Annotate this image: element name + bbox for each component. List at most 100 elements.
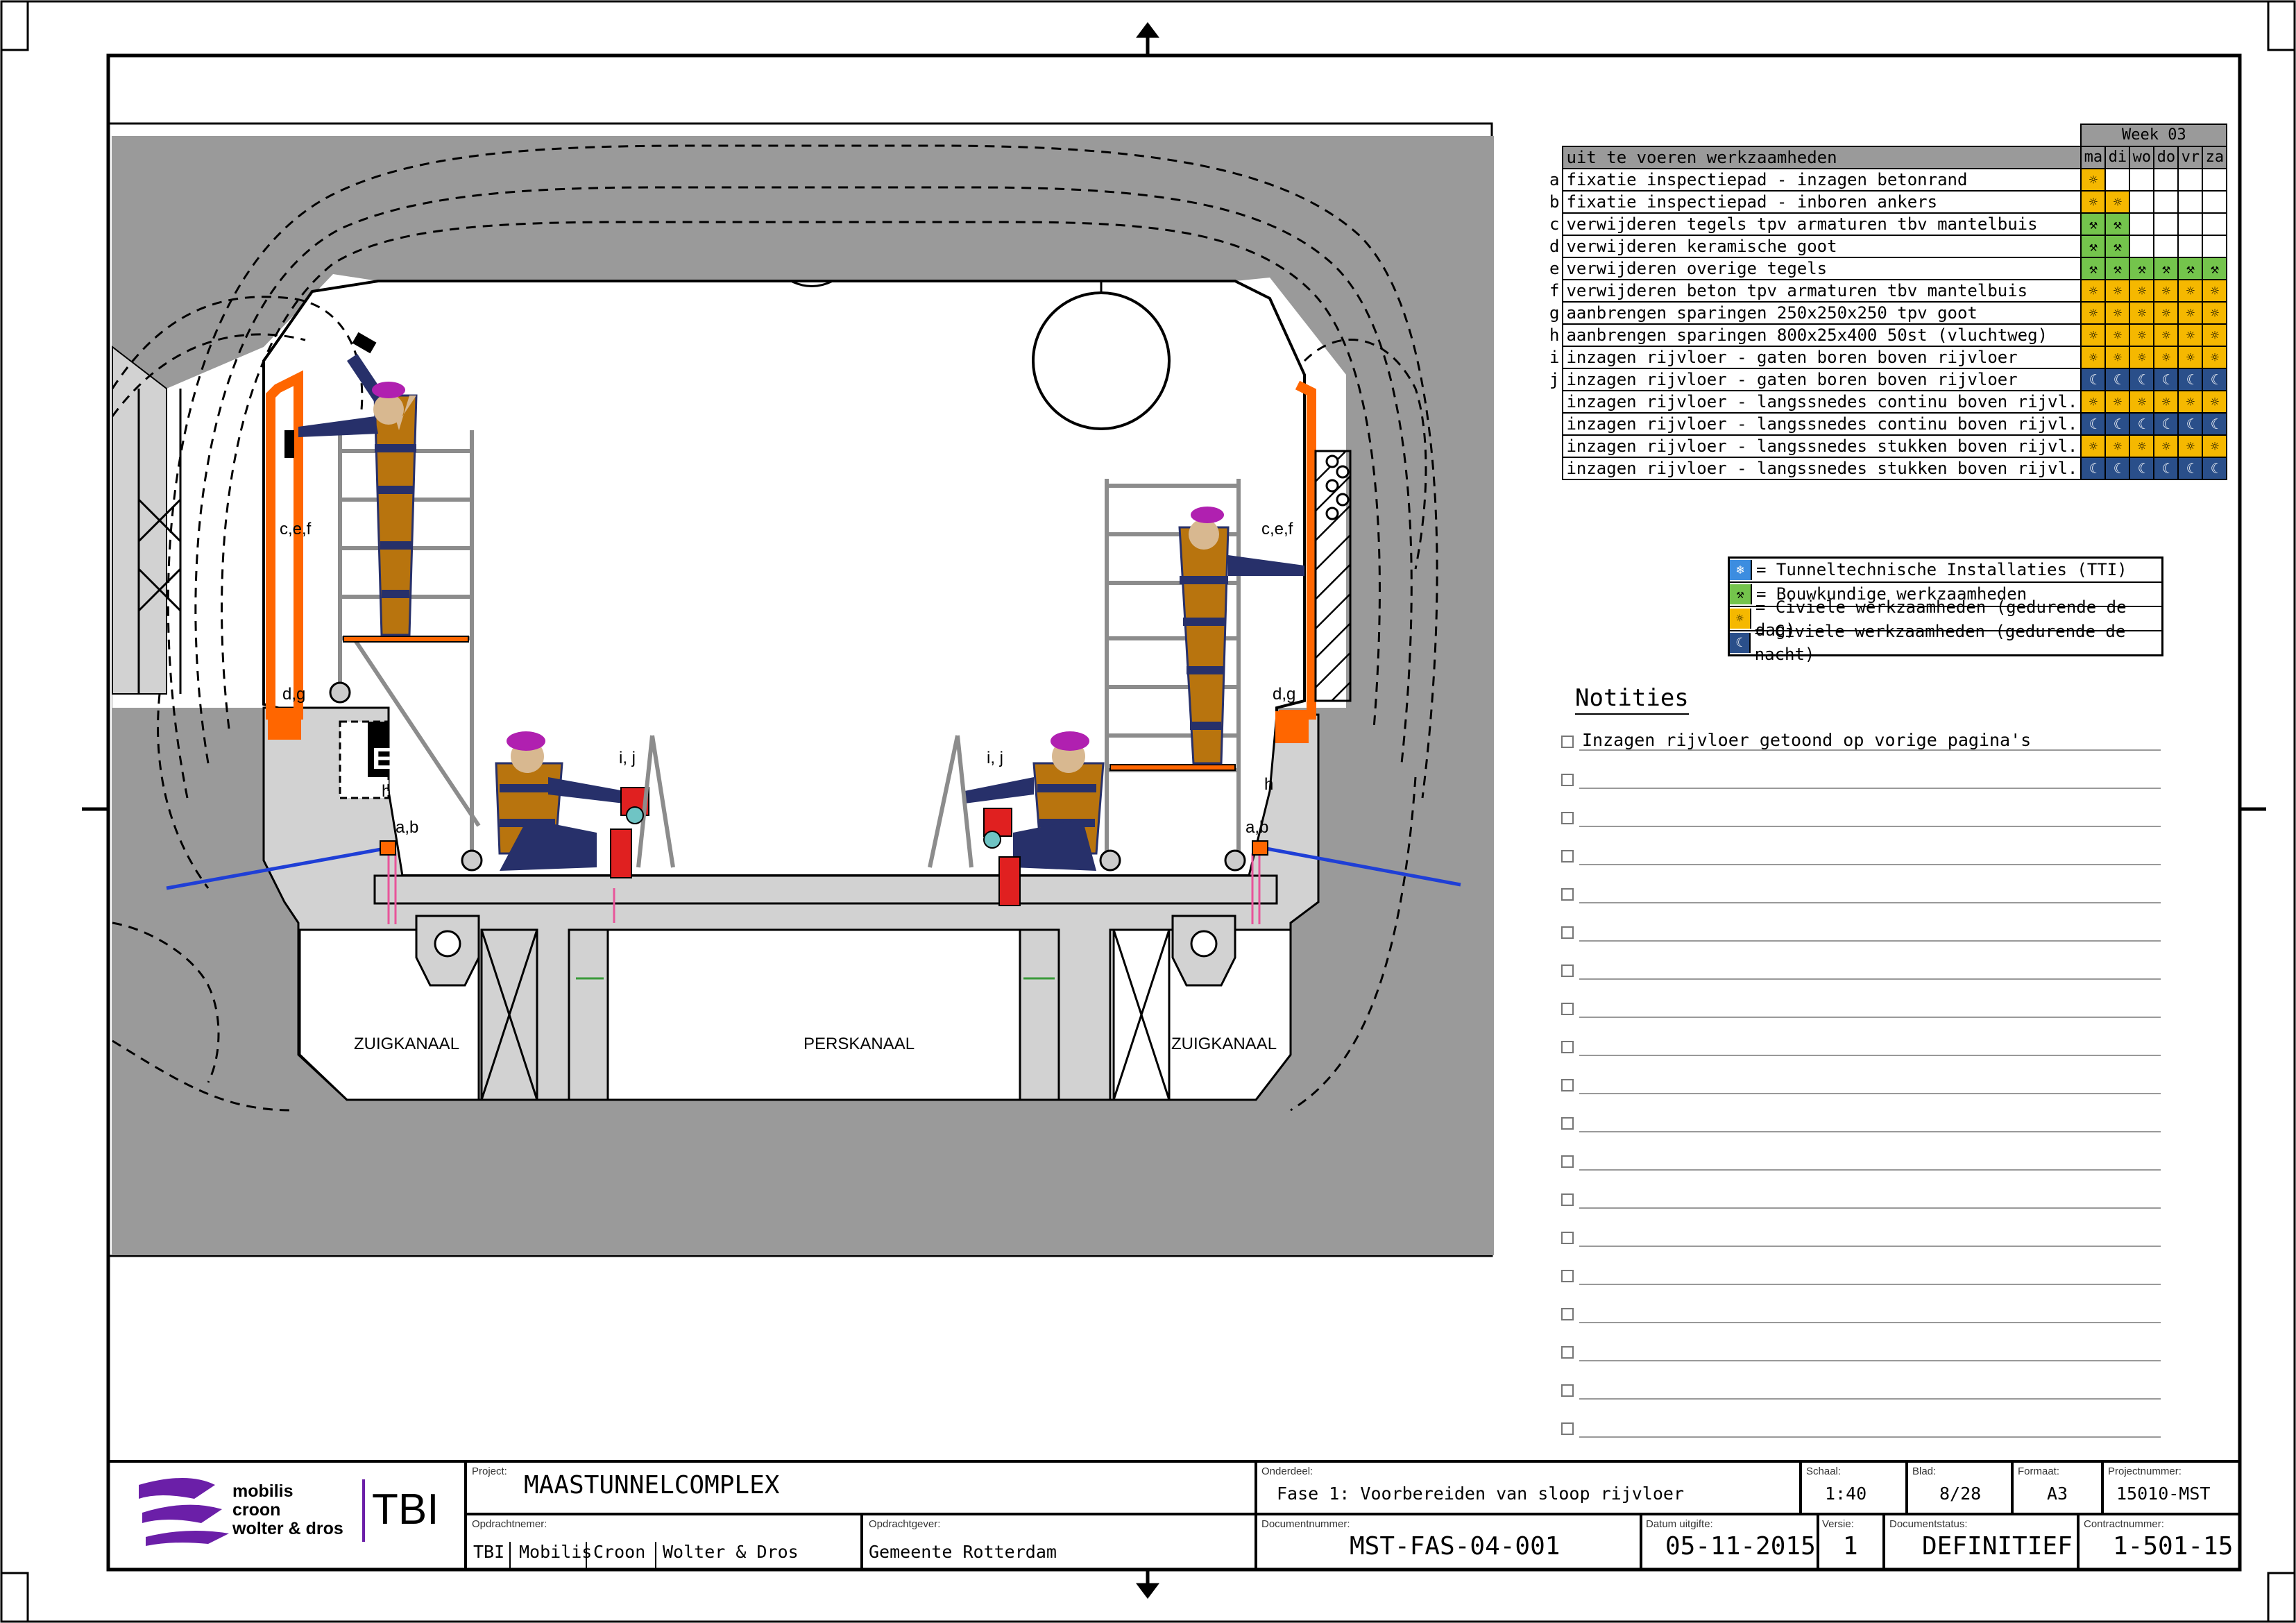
- task-code: e: [1549, 259, 1560, 278]
- schedule-row: j inzagen rijvloer - gaten boren boven ri…: [1549, 368, 2228, 391]
- note-row[interactable]: [1561, 849, 2161, 865]
- note-row[interactable]: [1561, 1345, 2161, 1361]
- task-description: verwijderen tegels tpv armaturen tbv man…: [1562, 212, 2082, 236]
- task-code: f: [1549, 281, 1560, 300]
- schedule-cell-filled: ☾: [2153, 412, 2179, 436]
- schedule-row: d verwijderen keramische goot ⚒ ⚒: [1549, 235, 2228, 258]
- task-description: inzagen rijvloer - gaten boren boven rij…: [1562, 368, 2082, 391]
- schedule-cell-filled: ☾: [2177, 412, 2204, 436]
- project-name: MAASTUNNELCOMPLEX: [524, 1471, 780, 1499]
- contractnummer-value: 1-501-15: [2113, 1532, 2234, 1561]
- road-deck: [373, 874, 1278, 905]
- note-row[interactable]: [1561, 1421, 2161, 1438]
- note-checkbox[interactable]: [1561, 1384, 1574, 1397]
- schedule-cell-filled: ☾: [2104, 412, 2131, 436]
- task-code: c: [1549, 214, 1560, 234]
- note-row[interactable]: [1561, 887, 2161, 903]
- note-checkbox[interactable]: [1561, 1308, 1574, 1320]
- schedule-cell-filled: ☼: [2202, 323, 2228, 347]
- legend-swatch-icon: ⚒: [1730, 584, 1752, 604]
- note-checkbox[interactable]: [1561, 1117, 1574, 1130]
- schedule-cell-filled: ☼: [2153, 434, 2179, 458]
- note-row[interactable]: [1561, 1116, 2161, 1132]
- schedule-row: inzagen rijvloer - langssnedes continu b…: [1549, 412, 2228, 436]
- status-label: Documentstatus:: [1889, 1518, 1968, 1530]
- note-checkbox[interactable]: [1561, 1346, 1574, 1359]
- schedule-cell-empty: [2177, 190, 2204, 214]
- schedule-cell-filled: ☼: [2202, 301, 2228, 325]
- note-line: [1579, 1169, 2161, 1171]
- note-checkbox[interactable]: [1561, 1270, 1574, 1282]
- note-row[interactable]: [1561, 1268, 2161, 1285]
- note-row[interactable]: [1561, 1154, 2161, 1171]
- note-checkbox[interactable]: [1561, 774, 1574, 786]
- note-row[interactable]: [1561, 925, 2161, 942]
- note-checkbox[interactable]: [1561, 965, 1574, 977]
- schedule-cell-filled: ☼: [2202, 390, 2228, 414]
- schedule-row: i inzagen rijvloer - gaten boren boven ri…: [1549, 346, 2228, 369]
- schedule-row: c verwijderen tegels tpv armaturen tbv ma…: [1549, 212, 2228, 236]
- schedule-cell-filled: ☾: [2104, 368, 2131, 391]
- note-checkbox[interactable]: [1561, 1422, 1574, 1435]
- note-row[interactable]: [1561, 810, 2161, 827]
- note-line: [1579, 1207, 2161, 1209]
- note-row[interactable]: [1561, 963, 2161, 980]
- note-checkbox[interactable]: [1561, 1041, 1574, 1053]
- opdrachtgever-value: Gemeente Rotterdam: [869, 1542, 1057, 1562]
- versie-value: 1: [1843, 1532, 1858, 1561]
- task-code: b: [1549, 192, 1560, 212]
- task-description: verwijderen keramische goot: [1562, 235, 2082, 258]
- schedule-cell-filled: ⚒: [2080, 212, 2107, 236]
- label-zuigkanaal-right: ZUIGKANAAL: [1171, 1035, 1277, 1053]
- note-row[interactable]: [1561, 1078, 2161, 1094]
- schedule-cell-filled: ☼: [2080, 279, 2107, 303]
- note-checkbox[interactable]: [1561, 1193, 1574, 1206]
- schedule-cell-empty: [2129, 168, 2155, 192]
- task-description: inzagen rijvloer - langssnedes stukken b…: [1562, 434, 2082, 458]
- note-row[interactable]: [1561, 1307, 2161, 1323]
- task-code: [1549, 413, 1563, 435]
- schedule-cell-empty: [2153, 212, 2179, 236]
- note-checkbox[interactable]: [1561, 1079, 1574, 1091]
- projectnummer-value: 15010-MST: [2116, 1484, 2211, 1504]
- task-description: fixatie inspectiepad - inzagen betonrand: [1562, 168, 2082, 192]
- schedule-cell-filled: ☼: [2129, 346, 2155, 369]
- label-ij-right: i, j: [987, 749, 1003, 767]
- note-row[interactable]: [1561, 1230, 2161, 1247]
- note-row[interactable]: [1561, 1039, 2161, 1056]
- note-row[interactable]: Inzagen rijvloer getoond op vorige pagin…: [1561, 730, 2161, 751]
- note-checkbox[interactable]: [1561, 736, 1574, 748]
- task-description: fixatie inspectiepad - inboren ankers: [1562, 190, 2082, 214]
- note-line: [1579, 1322, 2161, 1323]
- note-checkbox[interactable]: [1561, 1003, 1574, 1015]
- opdrachtnemer-2: Mobilis: [519, 1542, 593, 1562]
- opdrachtnemer-label: Opdrachtnemer:: [472, 1518, 547, 1530]
- label-ab-right: a,b: [1245, 818, 1268, 837]
- opdrachtnemer-1: TBI: [473, 1542, 505, 1562]
- label-dg-right: d,g: [1273, 685, 1295, 704]
- note-checkbox[interactable]: [1561, 850, 1574, 863]
- note-row[interactable]: [1561, 772, 2161, 789]
- schedule-cell-empty: [2177, 235, 2204, 258]
- schedule-cell-filled: ☼: [2129, 279, 2155, 303]
- note-checkbox[interactable]: [1561, 1232, 1574, 1244]
- task-code: a: [1549, 170, 1560, 189]
- note-row[interactable]: [1561, 1192, 2161, 1209]
- note-text: Inzagen rijvloer getoond op vorige pagin…: [1582, 730, 2032, 750]
- note-checkbox[interactable]: [1561, 1155, 1574, 1168]
- schedule-cell-empty: [2202, 168, 2228, 192]
- note-checkbox[interactable]: [1561, 812, 1574, 824]
- note-line: [1579, 940, 2161, 942]
- note-checkbox[interactable]: [1561, 926, 1574, 939]
- schedule-cell-empty: [2202, 212, 2228, 236]
- schedule-cell-empty: [2153, 235, 2179, 258]
- schedule-cell-filled: ⚒: [2104, 212, 2131, 236]
- schedule-cell-filled: ☼: [2153, 323, 2179, 347]
- note-row[interactable]: [1561, 1001, 2161, 1018]
- schedule-cell-empty: [2177, 212, 2204, 236]
- schedule-cell-filled: ⚒: [2080, 257, 2107, 280]
- note-line: [1579, 902, 2161, 903]
- schedule-cell-filled: ☼: [2129, 301, 2155, 325]
- note-checkbox[interactable]: [1561, 888, 1574, 901]
- note-row[interactable]: [1561, 1383, 2161, 1400]
